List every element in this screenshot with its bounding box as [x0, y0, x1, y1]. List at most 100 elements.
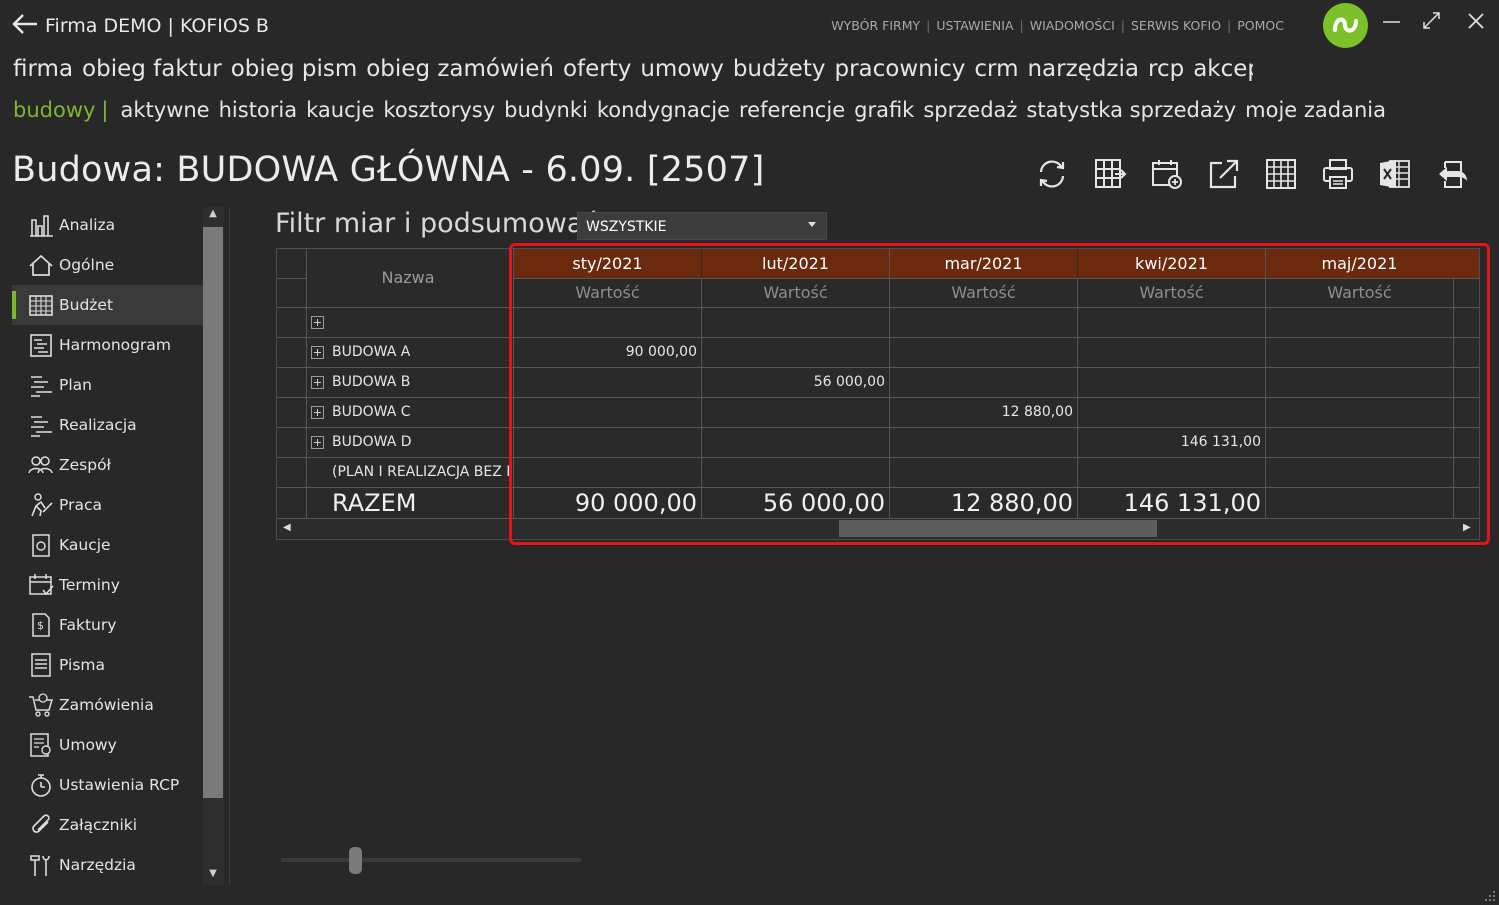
sidebar-item-realizacja[interactable]: Realizacja — [12, 405, 204, 445]
list-indent-icon — [31, 376, 52, 397]
menu-item-akceptacje[interactable]: akceptacje rok — [1193, 56, 1253, 82]
link-separator: | — [1120, 18, 1125, 33]
close-icon[interactable] — [1462, 8, 1490, 36]
submenu-item-kosztorysy[interactable]: kosztorysy — [383, 98, 495, 122]
sidebar-item-ustawienia-rcp[interactable]: Ustawienia RCP — [12, 765, 204, 805]
worker-icon — [31, 493, 53, 517]
minimize-icon[interactable] — [1378, 8, 1406, 36]
submenu-item-aktywne[interactable]: aktywne — [121, 98, 210, 122]
bar-chart-icon — [30, 215, 53, 237]
submenu-separator: | — [101, 98, 109, 122]
expand-row-icon[interactable] — [311, 316, 324, 329]
sidebar-item-budzet[interactable]: Budżet — [12, 285, 204, 325]
column-header-name[interactable]: Nazwa — [307, 249, 509, 307]
sidebar-item-kaucje[interactable]: Kaucje — [12, 525, 204, 565]
menu-item-budzety[interactable]: budżety — [733, 56, 826, 82]
sidebar-item-label: Załączniki — [59, 816, 138, 834]
submenu-item-budynki[interactable]: budynki — [504, 98, 588, 122]
refresh-icon[interactable] — [1033, 155, 1071, 193]
sidebar-item-umowy[interactable]: Umowy — [12, 725, 204, 765]
menu-item-umowy[interactable]: umowy — [640, 56, 723, 82]
zoom-slider-thumb[interactable] — [349, 847, 362, 874]
submenu-item-statystka[interactable]: statystka sprzedaży — [1026, 98, 1236, 122]
sidebar-item-harmonogram[interactable]: Harmonogram — [12, 325, 204, 365]
row-label: BUDOWA A — [332, 344, 411, 360]
sidebar-item-faktury[interactable]: $ Faktury — [12, 605, 204, 645]
submenu-item-kaucje[interactable]: kaucje — [306, 98, 374, 122]
grid-export-icon[interactable] — [1091, 155, 1129, 193]
sidebar-item-zespol[interactable]: Zespół — [12, 445, 204, 485]
sidebar-item-label: Praca — [59, 496, 102, 514]
table-icon[interactable] — [1262, 155, 1300, 193]
link-company-select[interactable]: WYBÓR FIRMY — [831, 18, 920, 33]
table-icon — [29, 295, 53, 316]
link-separator: | — [926, 18, 931, 33]
sidebar-scroll-thumb[interactable] — [203, 227, 223, 798]
menu-item-obieg-faktur[interactable]: obieg faktur — [82, 56, 222, 82]
top-links: WYBÓR FIRMY | USTAWIENIA | WIADOMOŚCI | … — [831, 18, 1284, 33]
menu-item-obieg-zamowien[interactable]: obieg zamówień — [366, 56, 554, 82]
sidebar-item-plan[interactable]: Plan — [12, 365, 204, 405]
link-help[interactable]: POMOC — [1237, 18, 1284, 33]
scroll-left-icon[interactable]: ◀ — [283, 522, 291, 533]
main-menu: firma obieg faktur obieg pism obieg zamó… — [13, 56, 1253, 82]
print-icon[interactable] — [1319, 155, 1357, 193]
submenu-item-kondygnacje[interactable]: kondygnacje — [597, 98, 730, 122]
sidebar-item-narzedzia[interactable]: Narzędzia — [12, 845, 204, 885]
menu-item-pracownicy[interactable]: pracownicy — [834, 56, 965, 82]
expand-row-icon[interactable] — [311, 436, 324, 449]
link-settings[interactable]: USTAWIENIA — [936, 18, 1013, 33]
open-external-icon[interactable] — [1205, 155, 1243, 193]
scroll-down-icon[interactable]: ▼ — [207, 868, 219, 882]
sidebar-item-pisma[interactable]: Pisma — [12, 645, 204, 685]
sidebar-item-zamowienia[interactable]: Zamówienia — [12, 685, 204, 725]
link-messages[interactable]: WIADOMOŚCI — [1030, 18, 1115, 33]
invoice-icon: $ — [32, 613, 50, 637]
sidebar-item-label: Zespół — [59, 456, 111, 474]
menu-item-rcp[interactable]: rcp — [1148, 56, 1184, 82]
excel-icon[interactable] — [1376, 155, 1414, 193]
sidebar-item-zalaczniki[interactable]: Załączniki — [12, 805, 204, 845]
stopwatch-icon — [31, 774, 51, 797]
expand-row-icon[interactable] — [311, 406, 324, 419]
sidebar-item-ogolne[interactable]: Ogólne — [12, 245, 204, 285]
calendar-check-icon — [29, 574, 54, 596]
exit-icon[interactable] — [1433, 155, 1471, 193]
menu-item-crm[interactable]: crm — [974, 56, 1018, 82]
submenu-item-sprzedaz[interactable]: sprzedaż — [923, 98, 1017, 122]
expand-row-icon[interactable] — [311, 346, 324, 359]
list-indent-icon — [31, 416, 52, 437]
menu-item-oferty[interactable]: oferty — [563, 56, 631, 82]
expand-row-icon[interactable] — [311, 376, 324, 389]
link-service[interactable]: SERWIS KOFIO — [1131, 18, 1221, 33]
sidebar-item-label: Budżet — [59, 296, 114, 314]
filter-label: Filtr miar i podsumowań — [275, 208, 601, 239]
sidebar-item-praca[interactable]: Praca — [12, 485, 204, 525]
submenu-item-grafik[interactable]: grafik — [854, 98, 914, 122]
zoom-slider-track[interactable] — [281, 858, 581, 862]
calendar-add-icon[interactable] — [1148, 155, 1186, 193]
maximize-icon[interactable] — [1418, 8, 1446, 36]
submenu-item-budowy[interactable]: budowy — [13, 98, 95, 122]
measure-filter-select[interactable]: WSZYSTKIE — [577, 212, 827, 240]
menu-item-obieg-pism[interactable]: obieg pism — [231, 56, 358, 82]
svg-text:$: $ — [37, 619, 44, 632]
resize-grip-icon[interactable] — [1482, 888, 1496, 902]
scroll-up-icon[interactable]: ▲ — [207, 208, 219, 222]
menu-item-firma[interactable]: firma — [13, 56, 73, 82]
back-arrow-icon[interactable] — [10, 10, 40, 38]
submenu-item-historia[interactable]: historia — [219, 98, 298, 122]
submenu-item-referencje[interactable]: referencje — [739, 98, 845, 122]
menu-item-narzedzia[interactable]: narzędzia — [1027, 56, 1139, 82]
sidebar-item-label: Faktury — [59, 616, 117, 634]
sidebar-item-label: Ogólne — [59, 256, 115, 274]
row-label: BUDOWA D — [332, 434, 412, 450]
sidebar-item-terminy[interactable]: Terminy — [12, 565, 204, 605]
page-title: Budowa: BUDOWA GŁÓWNA - 6.09. [2507] — [12, 150, 765, 190]
row-label: BUDOWA B — [332, 374, 411, 390]
sidebar-item-analiza[interactable]: Analiza — [12, 205, 204, 245]
submenu-item-moje-zadania[interactable]: moje zadania — [1245, 98, 1386, 122]
chevron-down-icon[interactable] — [808, 222, 816, 227]
document-icon — [31, 653, 51, 677]
sidebar-item-label: Plan — [59, 376, 92, 394]
